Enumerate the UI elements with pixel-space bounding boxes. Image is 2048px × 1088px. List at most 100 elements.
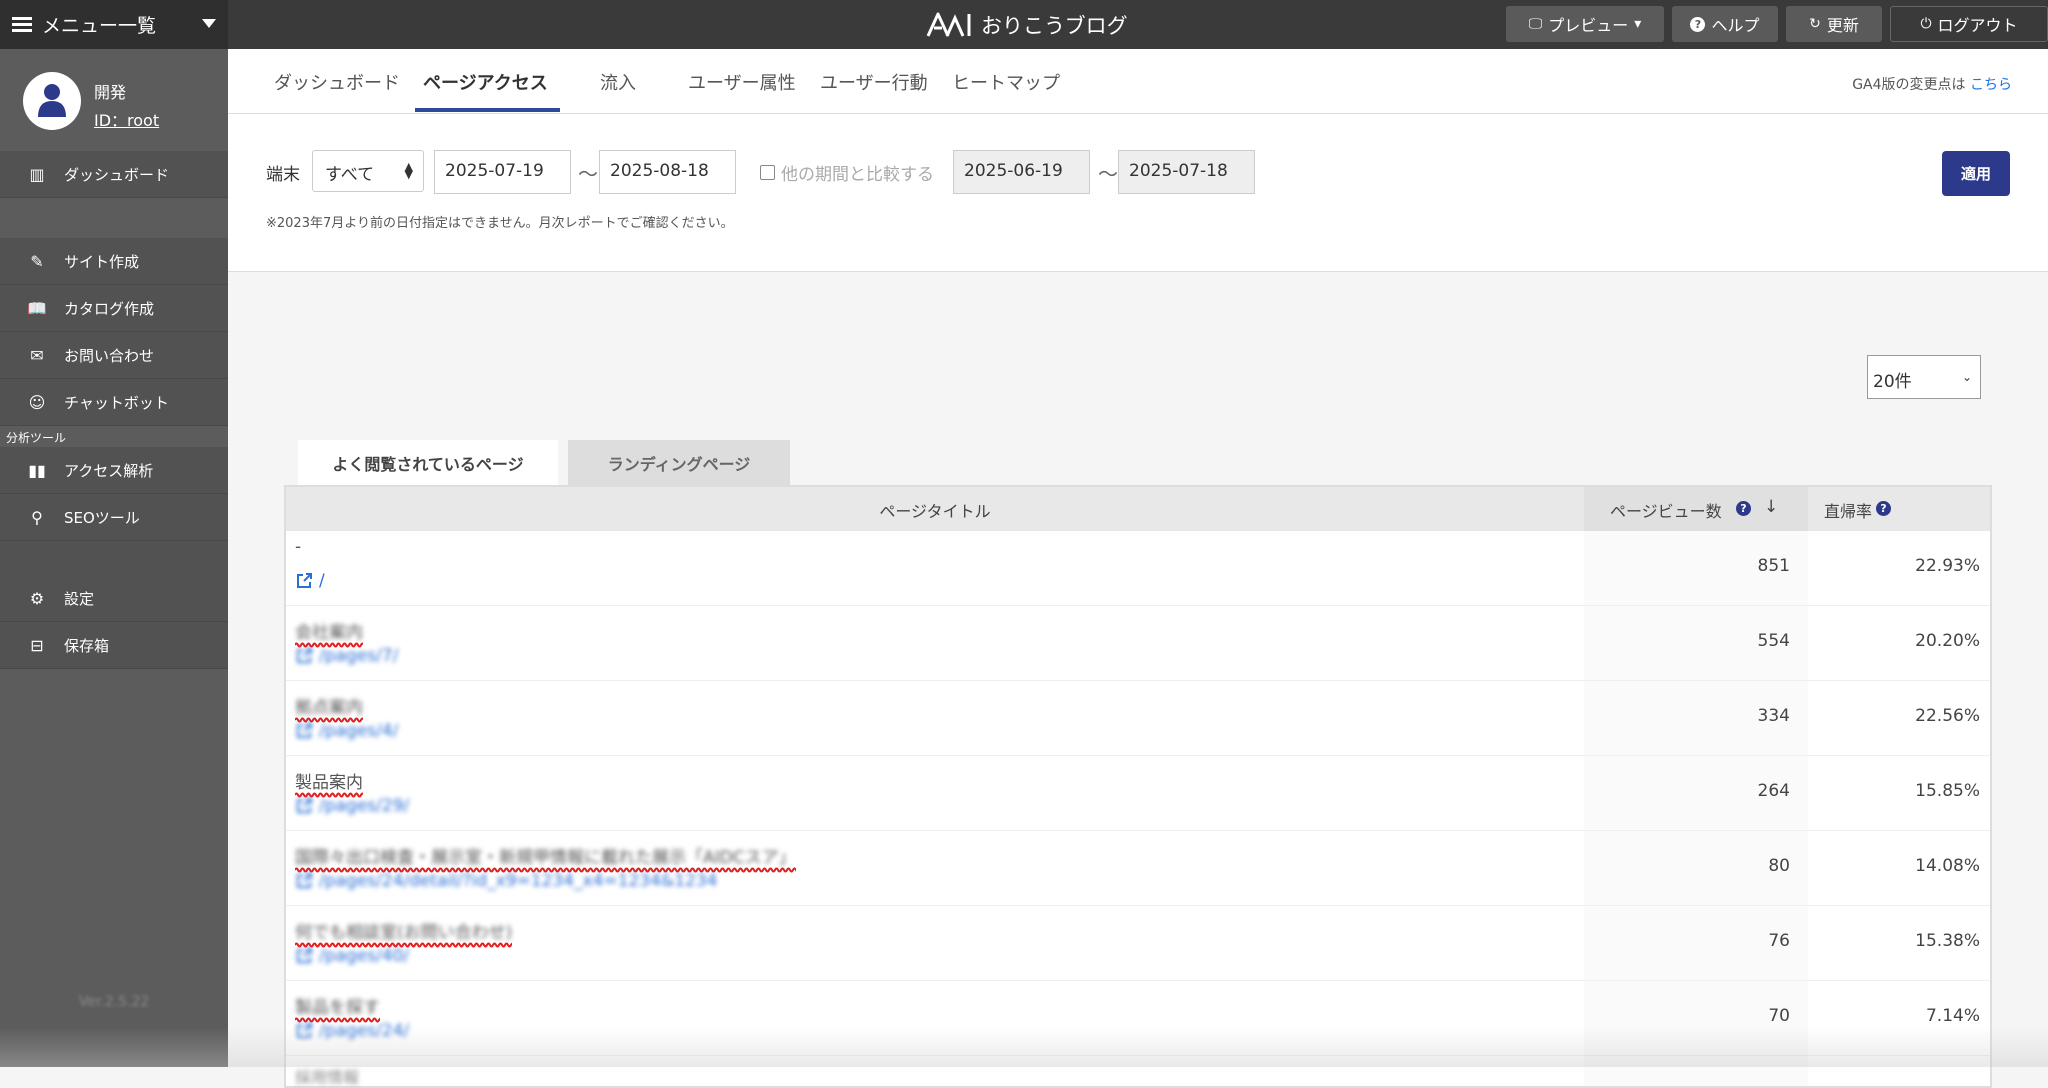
- bounce-rate-value: 14.08%: [1915, 856, 1980, 876]
- external-link-icon: [297, 648, 312, 663]
- device-select[interactable]: すべて ▲ ▼: [312, 150, 424, 192]
- table-row: 会社案内/pages/7/554 20.20%: [286, 606, 1990, 681]
- bar-chart-icon: ▮▮: [28, 460, 46, 480]
- date-from-input[interactable]: 2025-07-19: [434, 150, 571, 194]
- sidebar-item-label: アクセス解析: [64, 461, 154, 480]
- col-pageviews-sort[interactable]: ページビュー数 ? ↓: [1584, 487, 1808, 531]
- tab-inflow[interactable]: 流入: [600, 69, 636, 95]
- section-label-analytics: 分析ツール: [6, 431, 67, 445]
- title-cell: - /: [286, 531, 1584, 605]
- main-content: ダッシュボード ページアクセス 流入 ユーザー属性 ユーザー行動 ヒートマップ …: [228, 49, 2048, 1088]
- table-row: -/ 851 22.93%: [286, 531, 1990, 606]
- brand-logo: おりこうブログ: [925, 8, 1128, 42]
- tab-user-attributes[interactable]: ユーザー属性: [688, 69, 796, 95]
- page-link[interactable]: /pages/4/: [295, 721, 398, 741]
- search-icon: ⚲: [31, 507, 43, 527]
- tab-user-behavior[interactable]: ユーザー行動: [820, 69, 928, 95]
- compare-checkbox[interactable]: 他の期間と比較する: [760, 160, 934, 185]
- preview-button[interactable]: 🖵 プレビュー ▾: [1506, 6, 1664, 42]
- help-icon[interactable]: ?: [1736, 501, 1751, 516]
- sidebar-item-contact[interactable]: ✉ お問い合わせ: [0, 332, 228, 379]
- chart-icon: ▥: [29, 164, 45, 184]
- filter-panel: 端末 すべて ▲ ▼ 2025-07-19 ～ 2025-08-18 他の期間と比…: [228, 114, 2048, 272]
- page-path: /pages/24/: [319, 1021, 410, 1041]
- bounce-cell: 14.08%: [1808, 831, 1990, 905]
- pageviews-value: 80: [1768, 856, 1790, 876]
- refresh-icon: ↻: [1809, 16, 1821, 32]
- help-icon[interactable]: ?: [1876, 501, 1891, 516]
- date-note: ※2023年7月より前の日付指定はできません。月次レポートでご確認ください。: [266, 216, 734, 231]
- apply-button[interactable]: 適用: [1942, 151, 2010, 196]
- page-title: 拠点案内: [295, 698, 363, 718]
- robot-icon: ☺: [28, 392, 46, 412]
- active-tab-indicator: [415, 108, 560, 112]
- power-icon: ⏻: [1920, 16, 1932, 32]
- external-link-icon: [297, 873, 312, 888]
- sidebar-item-settings[interactable]: ⚙ 設定: [0, 575, 228, 622]
- bounce-cell: 22.93%: [1808, 531, 1990, 605]
- sidebar-item-catalog[interactable]: 📖 カタログ作成: [0, 285, 228, 332]
- divider: [0, 541, 228, 575]
- bounce-cell: 20.20%: [1808, 606, 1990, 680]
- sidebar-item-chatbot[interactable]: ☺ チャットボット: [0, 379, 228, 426]
- page-link[interactable]: /pages/7/: [295, 646, 398, 666]
- brand-name: おりこうブログ: [981, 14, 1128, 38]
- pageviews-value: 851: [1757, 556, 1790, 576]
- page-path: /pages/40/: [319, 946, 410, 966]
- user-panel: 開発 ID：root: [0, 49, 228, 151]
- tab-heatmap[interactable]: ヒートマップ: [952, 69, 1060, 95]
- help-icon: ?: [1690, 16, 1706, 32]
- caret-down-icon: ▾: [1634, 16, 1642, 32]
- checkbox-icon: [760, 165, 775, 180]
- pv-cell: [1584, 1056, 1808, 1086]
- tab-popular-pages[interactable]: よく閲覧されているページ: [298, 440, 558, 486]
- page-link[interactable]: /pages/24/detail/?id_x9=1234_x4=1234&123…: [295, 871, 717, 891]
- sidebar-item-storage[interactable]: ⊟ 保存箱: [0, 622, 228, 669]
- page-table: ページタイトル ページビュー数 ? ↓ 直帰率 ? -/ 851 22.93% 会社案…: [284, 485, 1992, 1088]
- row-count-select[interactable]: 20件 ⌄: [1867, 355, 1981, 399]
- sidebar-item-site[interactable]: ✎ サイト作成: [0, 238, 228, 285]
- sidebar-item-seo[interactable]: ⚲ SEOツール: [0, 494, 228, 541]
- pv-cell: 80: [1584, 831, 1808, 905]
- row-title-peek: 採用情報: [295, 1068, 360, 1087]
- page-link[interactable]: /pages/29/: [295, 796, 409, 816]
- page-path: /: [319, 571, 325, 591]
- compare-from-input[interactable]: 2025-06-19: [953, 150, 1090, 194]
- pv-cell: 851: [1584, 531, 1808, 605]
- sidebar: 開発 ID：root ▥ ダッシュボード ✎ サイト作成 📖 カタログ作成 ✉ …: [0, 49, 228, 1067]
- sidebar-item-analytics[interactable]: ▮▮ アクセス解析: [0, 447, 228, 494]
- tab-page-access[interactable]: ページアクセス: [423, 69, 548, 95]
- bounce-rate-value: 22.56%: [1915, 706, 1980, 726]
- help-button[interactable]: ? ヘルプ: [1672, 6, 1778, 42]
- page-link[interactable]: /: [295, 571, 325, 591]
- col-bounce: 直帰率: [1824, 502, 1873, 521]
- pencil-icon: ✎: [30, 251, 44, 271]
- refresh-button[interactable]: ↻ 更新: [1786, 6, 1882, 42]
- compare-range-separator: ～: [1098, 162, 1118, 186]
- col-pageviews: ページビュー数: [1610, 502, 1722, 521]
- user-id-link[interactable]: ID：root: [94, 107, 159, 131]
- table-row: 拠点案内/pages/4/334 22.56%: [286, 681, 1990, 756]
- title-cell: 拠点案内/pages/4/: [286, 681, 1584, 755]
- bounce-rate-value: 22.93%: [1915, 556, 1980, 576]
- page-title: -: [295, 537, 302, 557]
- bounce-cell: 22.56%: [1808, 681, 1990, 755]
- bounce-rate-value: 15.85%: [1915, 781, 1980, 801]
- sidebar-item-dashboard[interactable]: ▥ ダッシュボード: [0, 151, 228, 198]
- preview-label: プレビュー: [1548, 16, 1629, 35]
- logout-button[interactable]: ⏻ ログアウト: [1890, 6, 2048, 42]
- menu-toggle[interactable]: メニュー一覧: [0, 0, 228, 49]
- tab-landing-pages[interactable]: ランディングページ: [568, 440, 790, 486]
- page-link[interactable]: /pages/40/: [295, 946, 409, 966]
- pageviews-value: 70: [1768, 1006, 1790, 1026]
- ga4-link[interactable]: こちら: [1970, 77, 2012, 93]
- page-title: 何でも相談室(お問い合わせ): [295, 923, 513, 943]
- compare-to-input[interactable]: 2025-07-18: [1118, 150, 1255, 194]
- date-to-input[interactable]: 2025-08-18: [599, 150, 736, 194]
- hamburger-icon: [12, 16, 34, 33]
- logout-label: ログアウト: [1937, 16, 2018, 35]
- page-title: 製品案内: [295, 773, 363, 793]
- table-header: ページタイトル ページビュー数 ? ↓ 直帰率 ?: [286, 487, 1990, 531]
- tab-dashboard[interactable]: ダッシュボード: [274, 69, 400, 95]
- page-link[interactable]: /pages/24/: [295, 1021, 409, 1041]
